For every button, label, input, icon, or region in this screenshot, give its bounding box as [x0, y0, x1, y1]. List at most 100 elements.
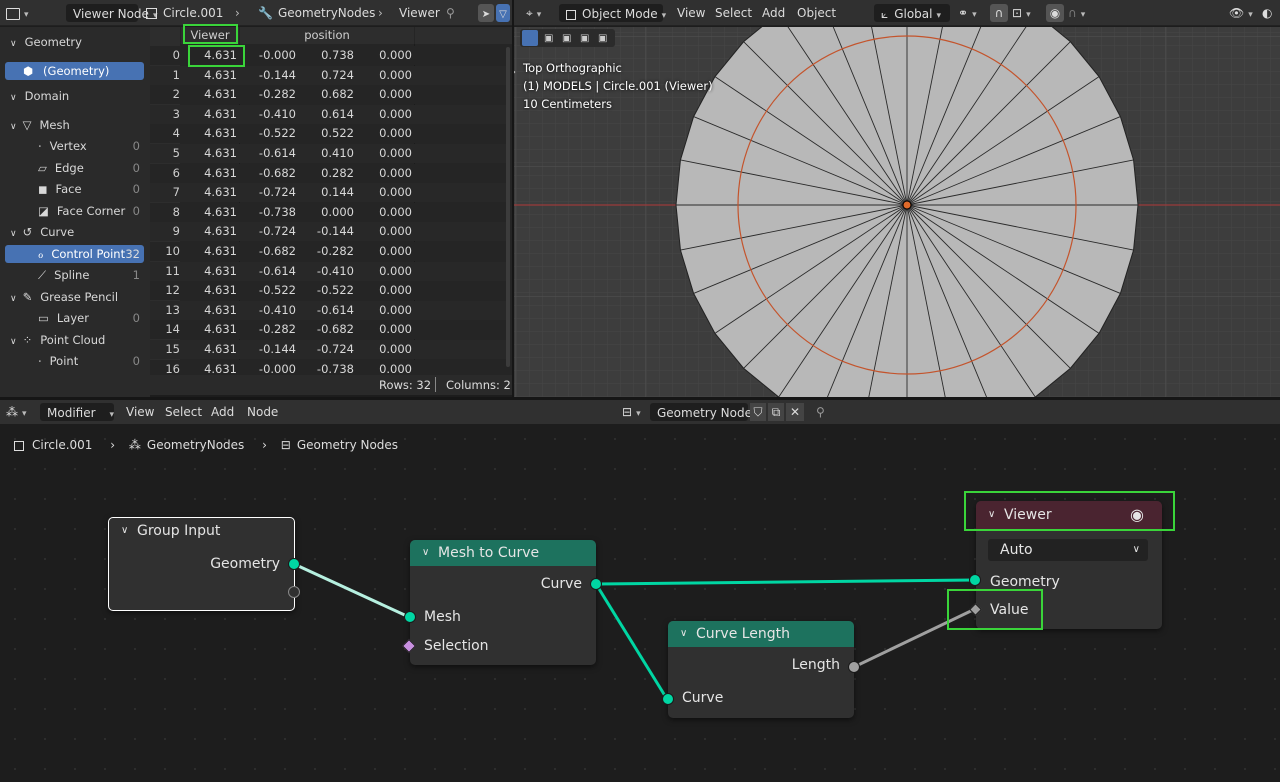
menu-select[interactable]: Select — [165, 403, 202, 421]
select-box-icon[interactable] — [522, 30, 538, 46]
menu-view[interactable]: View — [677, 4, 705, 22]
cursor-icon: ➤ — [481, 9, 491, 20]
rows-count: Rows: 32 — [379, 378, 432, 392]
snap-toggle[interactable]: ∩ — [990, 4, 1008, 22]
layer-icon: ▭ — [38, 311, 49, 325]
highlight-viewer-header — [964, 491, 1175, 531]
table-row: 12 4.631 -0.522 -0.522 0.000 — [150, 281, 506, 301]
geometry-icon: ⬢ — [23, 64, 34, 78]
tree-item-edge[interactable]: ▱ Edge 0 — [0, 158, 150, 178]
unlink-button[interactable]: ✕ — [786, 403, 804, 421]
transform-orientation-dropdown[interactable]: ⟀ Global ▾ — [874, 4, 950, 22]
column-header-position[interactable]: position — [240, 27, 414, 44]
geometry-section[interactable]: ∨ Geometry — [0, 32, 150, 52]
curve-icon: ↺ — [22, 225, 33, 239]
toolbar-expand-icon[interactable]: › — [514, 67, 516, 78]
table-scrollbar[interactable] — [506, 47, 510, 367]
table-cell: 4.631 — [204, 185, 237, 200]
tree-item-layer[interactable]: ▭ Layer 0 — [0, 308, 150, 328]
select-invert-icon[interactable]: ▣ — [580, 33, 589, 44]
node-tree-name-field[interactable]: Geometry Nodes — [650, 403, 758, 421]
socket-length-output[interactable] — [848, 661, 860, 673]
table-row: 7 4.631 -0.724 0.144 0.000 — [150, 183, 506, 203]
socket-label: Geometry — [990, 574, 1060, 590]
select-extend-icon[interactable]: ▣ — [544, 33, 553, 44]
socket-curve-output[interactable] — [590, 578, 602, 590]
pivot-point-dropdown[interactable]: ⚭ ▾ — [958, 4, 977, 22]
socket-geometry-output[interactable] — [288, 558, 300, 570]
menu-select[interactable]: Select — [715, 4, 752, 22]
spreadsheet-header: ▾ Viewer Node ▾ Circle.001 › 🔧 GeometryNod… — [0, 0, 512, 26]
breadcrumb: Circle.001 › ⁂ GeometryNodes › ⊟ Geometry … — [14, 438, 398, 452]
menu-object[interactable]: Object — [797, 4, 836, 22]
socket-curve-input[interactable] — [662, 693, 674, 705]
domain-dropdown[interactable]: Auto ∨ — [988, 539, 1148, 561]
pin-icon[interactable]: ⚲ — [816, 403, 825, 421]
pin-icon[interactable]: ⚲ — [446, 4, 455, 22]
table-cell: 4.631 — [204, 165, 237, 180]
geometry-item[interactable]: ⬢ (Geometry) — [5, 62, 144, 80]
table-row: 6 4.631 -0.682 0.282 0.000 — [150, 163, 506, 183]
table-cell: 0.738 — [321, 48, 354, 62]
editor-type-menu[interactable]: ▾ — [6, 4, 29, 22]
node-mesh-to-curve[interactable]: ∨ Mesh to Curve Curve Mesh Selection — [410, 540, 596, 665]
menu-view[interactable]: View — [126, 403, 154, 421]
viewport-icon: ⌖ — [526, 6, 533, 20]
table-cell: 4.631 — [204, 146, 237, 160]
viewer-node-dropdown[interactable]: Viewer Node ▾ — [66, 4, 157, 22]
tree-item-mesh[interactable]: ∨ ▽ Mesh — [0, 115, 150, 135]
select-subtract-icon[interactable]: ▣ — [562, 33, 571, 44]
socket-empty-output[interactable] — [288, 586, 300, 598]
object-mode-dropdown[interactable]: Object Mode ▾ — [559, 4, 666, 22]
snap-dropdown[interactable]: ⊡ ▾ — [1012, 4, 1031, 22]
tree-item-grease-pencil[interactable]: ∨ ✎ Grease Pencil — [0, 287, 150, 307]
node-header[interactable]: ∨ Curve Length — [668, 621, 854, 647]
3d-viewport[interactable]: ▣ ▣ ▣ ▣ › Top Orthographic (1) MODELS | … — [514, 27, 1280, 397]
table-cell: 0.000 — [379, 283, 412, 298]
menu-add[interactable]: Add — [211, 403, 234, 421]
chevron-down-icon: ∨ — [1132, 544, 1140, 555]
row-index: 14 — [165, 322, 180, 337]
menu-node[interactable]: Node — [247, 403, 278, 421]
table-cell: -0.410 — [258, 106, 296, 121]
falloff-dropdown[interactable]: ∩ ▾ — [1068, 4, 1085, 22]
socket-mesh-input[interactable] — [404, 611, 416, 623]
node-curve-length[interactable]: ∨ Curve Length Length Curve — [668, 621, 854, 718]
table-cell: -0.682 — [258, 244, 296, 258]
tree-item-face[interactable]: ◼ Face 0 — [0, 179, 150, 199]
filter-toggle[interactable]: ▽ — [496, 4, 510, 22]
node-header[interactable]: ∨ Mesh to Curve — [410, 540, 596, 566]
editor-type-menu[interactable]: ⁂ ▾ — [6, 403, 27, 421]
table-cell: 0.000 — [379, 146, 412, 160]
select-intersect-icon[interactable]: ▣ — [598, 33, 607, 44]
table-cell: -0.724 — [316, 342, 354, 356]
visibility-dropdown[interactable]: 👁 ▾ — [1229, 4, 1253, 22]
proportional-edit-toggle[interactable]: ◉ — [1046, 4, 1064, 22]
tree-item-control-point[interactable]: ℴ Control Point 32 — [5, 245, 144, 263]
table-cell: 4.631 — [204, 302, 237, 317]
table-cell: 0.000 — [379, 87, 412, 102]
fake-user-button[interactable]: ⛉ — [750, 403, 766, 421]
domain-section[interactable]: ∨ Domain — [0, 86, 150, 106]
tree-item-vertex[interactable]: ⋅ Vertex 0 — [0, 136, 150, 156]
tree-item-spline[interactable]: ⟋ Spline 1 — [0, 265, 150, 285]
dataset-region: ∨ Geometry ⬢ (Geometry) ∨ Domain ∨ ▽ Mesh ⋅ Ve… — [0, 27, 150, 375]
face-corner-icon: ◪ — [38, 204, 49, 218]
node-editor-canvas[interactable]: Circle.001 › ⁂ GeometryNodes › ⊟ Geometry … — [0, 424, 1280, 782]
menu-add[interactable]: Add — [762, 4, 785, 22]
tree-item-face-corner[interactable]: ◪ Face Corner 0 — [0, 201, 150, 221]
tree-item-point[interactable]: ⋅ Point 0 — [0, 351, 150, 371]
modifier-dropdown[interactable]: Modifier ▾ — [40, 403, 114, 421]
table-cell: 0.000 — [379, 67, 412, 82]
selected-only-toggle[interactable]: ➤ — [478, 4, 494, 22]
tree-item-point-cloud[interactable]: ∨ ⁘ Point Cloud — [0, 330, 150, 350]
duplicate-button[interactable]: ⧉ — [768, 403, 784, 421]
node-group-input[interactable]: ∨ Group Input Geometry — [108, 517, 295, 611]
editor-type-menu[interactable]: ⌖ ▾ — [526, 4, 541, 22]
tree-item-curve[interactable]: ∨ ↺ Curve — [0, 222, 150, 242]
node-tree-browse[interactable]: ⊟ ▾ — [622, 403, 641, 421]
gizmo-dropdown[interactable]: ◐ — [1262, 4, 1272, 22]
socket-geometry-input[interactable] — [969, 574, 981, 586]
node-header[interactable]: ∨ Group Input — [109, 518, 294, 544]
control-point-icon: ℴ — [38, 247, 44, 261]
